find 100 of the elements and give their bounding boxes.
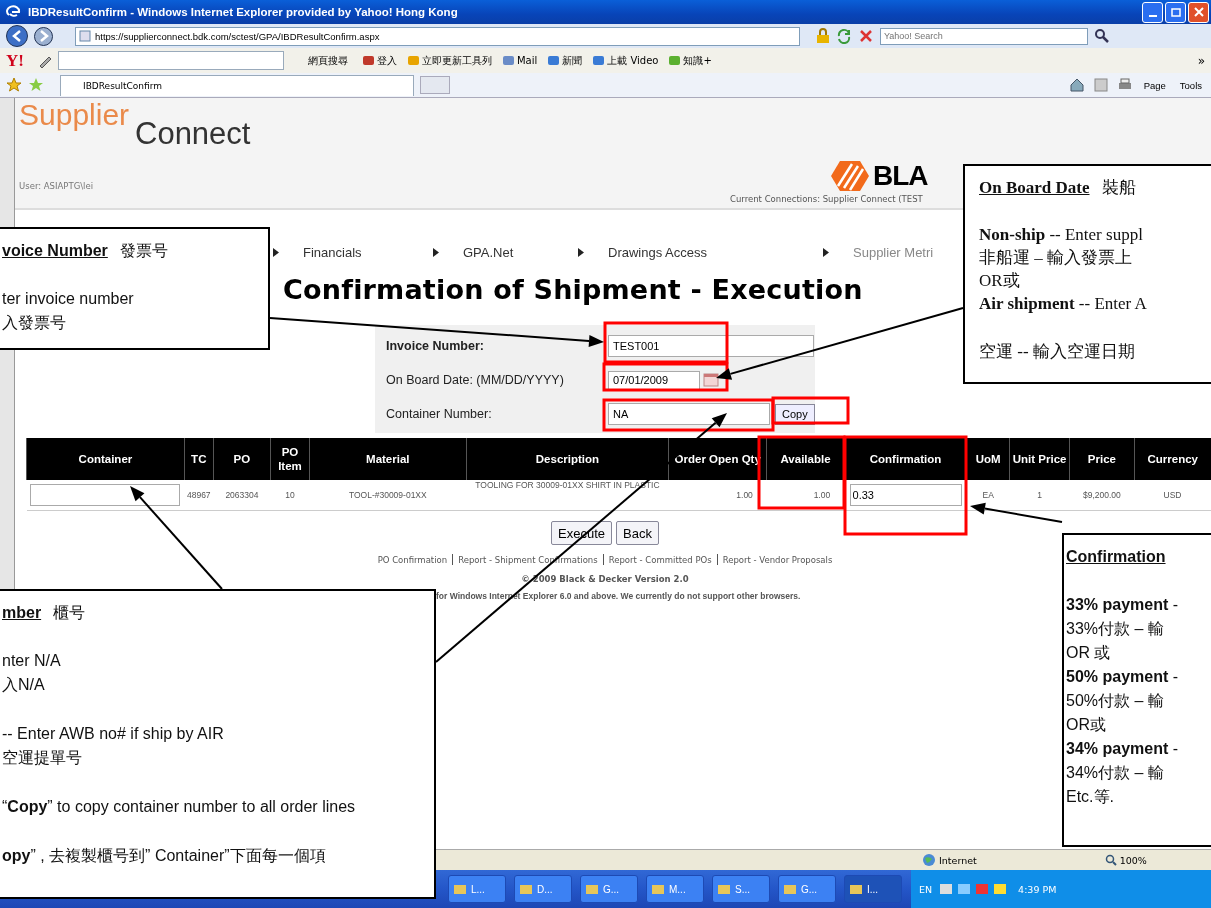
address-field[interactable]: https://supplierconnect.bdk.com/sctest/GPA/IBDResultConfirm.aspx bbox=[75, 26, 800, 46]
zoom-icon[interactable] bbox=[1104, 854, 1117, 866]
minimize-icon bbox=[1148, 15, 1157, 17]
column-header: Material bbox=[309, 438, 467, 480]
more-chevron[interactable]: » bbox=[1197, 53, 1205, 68]
command-button[interactable]: Page bbox=[1140, 79, 1169, 91]
column-header: PO bbox=[213, 438, 271, 480]
stop-icon[interactable] bbox=[858, 28, 874, 44]
zoom-label[interactable]: 100% bbox=[1119, 854, 1147, 866]
table-cell: 2063304 bbox=[225, 490, 259, 500]
callout-text: -- Enter AWB no# if ship by AIR bbox=[2, 724, 224, 744]
toolbar-search-field[interactable] bbox=[57, 51, 284, 70]
toolbar-item[interactable]: 上載 Video bbox=[607, 53, 659, 68]
close-icon bbox=[1192, 6, 1205, 18]
window-title: IBDResultConfirm - Windows Internet Explorer provided by Yahoo! Hong Kong bbox=[28, 6, 459, 18]
column-header: UoM bbox=[966, 438, 1010, 480]
forward-button[interactable] bbox=[34, 26, 53, 46]
callout-text: 非船運 – 輸入發票上 bbox=[979, 247, 1132, 269]
column-header: Description bbox=[466, 438, 669, 480]
taskbar-button[interactable]: D... bbox=[514, 875, 572, 903]
callout-text: Air shipment -- Enter A bbox=[979, 293, 1147, 315]
brand-logo-icon bbox=[830, 160, 870, 192]
callout-title: Confirmation bbox=[1066, 547, 1166, 567]
callout-title: On Board Date bbox=[979, 177, 1090, 199]
taskbar-button[interactable]: S... bbox=[712, 875, 770, 903]
callout-text: nter N/A bbox=[2, 651, 61, 671]
report-link[interactable]: Report - Vendor Proposals bbox=[722, 554, 833, 565]
refresh-icon[interactable] bbox=[836, 28, 852, 44]
column-header: Container bbox=[26, 438, 185, 480]
close-button[interactable] bbox=[1188, 1, 1209, 23]
nav-link[interactable]: Drawings Access bbox=[608, 244, 707, 260]
callout-title: voice Number bbox=[2, 241, 108, 261]
command-button[interactable]: Tools bbox=[1176, 79, 1205, 91]
table-cell: EA bbox=[982, 490, 994, 500]
container-field[interactable] bbox=[30, 484, 181, 506]
zone-label: Internet bbox=[939, 854, 977, 866]
column-header: Price bbox=[1069, 438, 1135, 480]
toolbar-item[interactable]: 登入 bbox=[376, 53, 397, 68]
home-icon[interactable] bbox=[1068, 77, 1085, 93]
copyright-text: © 2009 Black & Decker Version 2.0 bbox=[520, 574, 690, 584]
favorites-star-icon[interactable] bbox=[6, 77, 22, 93]
callout-text: ter invoice number bbox=[2, 289, 134, 309]
table-cell: 1.00 bbox=[736, 490, 753, 500]
taskbar-button[interactable]: G... bbox=[778, 875, 836, 903]
callout-text: 34%付款 – 輸 bbox=[1066, 763, 1164, 783]
callout-text: 33%付款 – 輸 bbox=[1066, 619, 1164, 639]
callout-text: OR或 bbox=[979, 270, 1020, 292]
callout-text: 50% payment - bbox=[1066, 667, 1179, 687]
callout-text: Non-ship -- Enter suppl bbox=[979, 224, 1143, 246]
container-number-field[interactable]: NA bbox=[608, 403, 770, 425]
yahoo-logo[interactable]: Y! bbox=[6, 50, 24, 71]
nav-link[interactable]: Financials bbox=[303, 244, 362, 260]
report-link[interactable]: Report - Committed POs bbox=[608, 554, 712, 565]
user-label: User: ASIAPTG\lei bbox=[19, 181, 94, 191]
report-link[interactable]: PO Confirmation bbox=[377, 554, 448, 565]
minimize-button[interactable] bbox=[1142, 1, 1163, 23]
folder-icon bbox=[651, 882, 665, 896]
taskbar-button[interactable]: I... bbox=[844, 875, 902, 903]
folder-icon bbox=[717, 882, 731, 896]
taskbar-button[interactable]: M... bbox=[646, 875, 704, 903]
callout-text: 入N/A bbox=[2, 675, 45, 695]
column-header: Available bbox=[766, 438, 845, 480]
toolbar-item[interactable]: Mail bbox=[516, 55, 538, 66]
logo-text: Supplier bbox=[19, 100, 130, 130]
callout-text: “Copy” to copy container number to all order lines bbox=[2, 797, 356, 817]
date-field[interactable]: 07/01/2009 bbox=[608, 370, 700, 390]
invoice-field[interactable]: TEST001 bbox=[608, 335, 814, 357]
page-heading: Confirmation of Shipment - Execution bbox=[283, 273, 863, 307]
callout-text: OR 或 bbox=[1066, 643, 1111, 663]
toolbar-item[interactable]: 新聞 bbox=[562, 53, 583, 68]
callout-note: 發票号 bbox=[119, 241, 168, 261]
search-icon[interactable] bbox=[1094, 28, 1110, 44]
triangle-icon bbox=[433, 247, 439, 257]
page-icon bbox=[79, 30, 91, 42]
taskbar-button[interactable]: L... bbox=[448, 875, 506, 903]
maximize-button[interactable] bbox=[1165, 1, 1186, 23]
toolbar-item[interactable]: 知識+ bbox=[683, 53, 712, 68]
brand-name: BLA bbox=[873, 161, 928, 191]
nav-link[interactable]: Supplier Metri bbox=[853, 244, 934, 260]
field-label: Container Number: bbox=[386, 407, 493, 421]
back-button[interactable] bbox=[6, 25, 28, 47]
web-search-button[interactable]: 網頁搜尋 bbox=[303, 53, 352, 68]
search-field[interactable]: Yahoo! Search bbox=[880, 27, 1088, 45]
callout-text: OR或 bbox=[1066, 715, 1106, 735]
nav-link[interactable]: GPA.Net bbox=[463, 244, 514, 260]
action-button[interactable]: Back bbox=[616, 521, 659, 545]
folder-icon bbox=[783, 882, 797, 896]
toolbar-item[interactable]: 立即更新工具列 bbox=[421, 53, 492, 68]
callout-note: 裝船 bbox=[1101, 177, 1136, 199]
taskbar-button[interactable]: G... bbox=[580, 875, 638, 903]
field-label: Invoice Number: bbox=[386, 339, 485, 353]
browser-tab[interactable]: IBDResultConfirm bbox=[60, 74, 414, 96]
globe-icon bbox=[922, 853, 936, 867]
folder-icon bbox=[585, 882, 599, 896]
column-header: Currency bbox=[1134, 438, 1211, 480]
copy-button[interactable]: Copy bbox=[775, 403, 815, 425]
column-header: TC bbox=[184, 438, 214, 480]
confirmation-field[interactable]: 0.33 bbox=[849, 484, 962, 506]
folder-icon bbox=[519, 882, 533, 896]
column-header: Unit Price bbox=[1009, 438, 1070, 480]
